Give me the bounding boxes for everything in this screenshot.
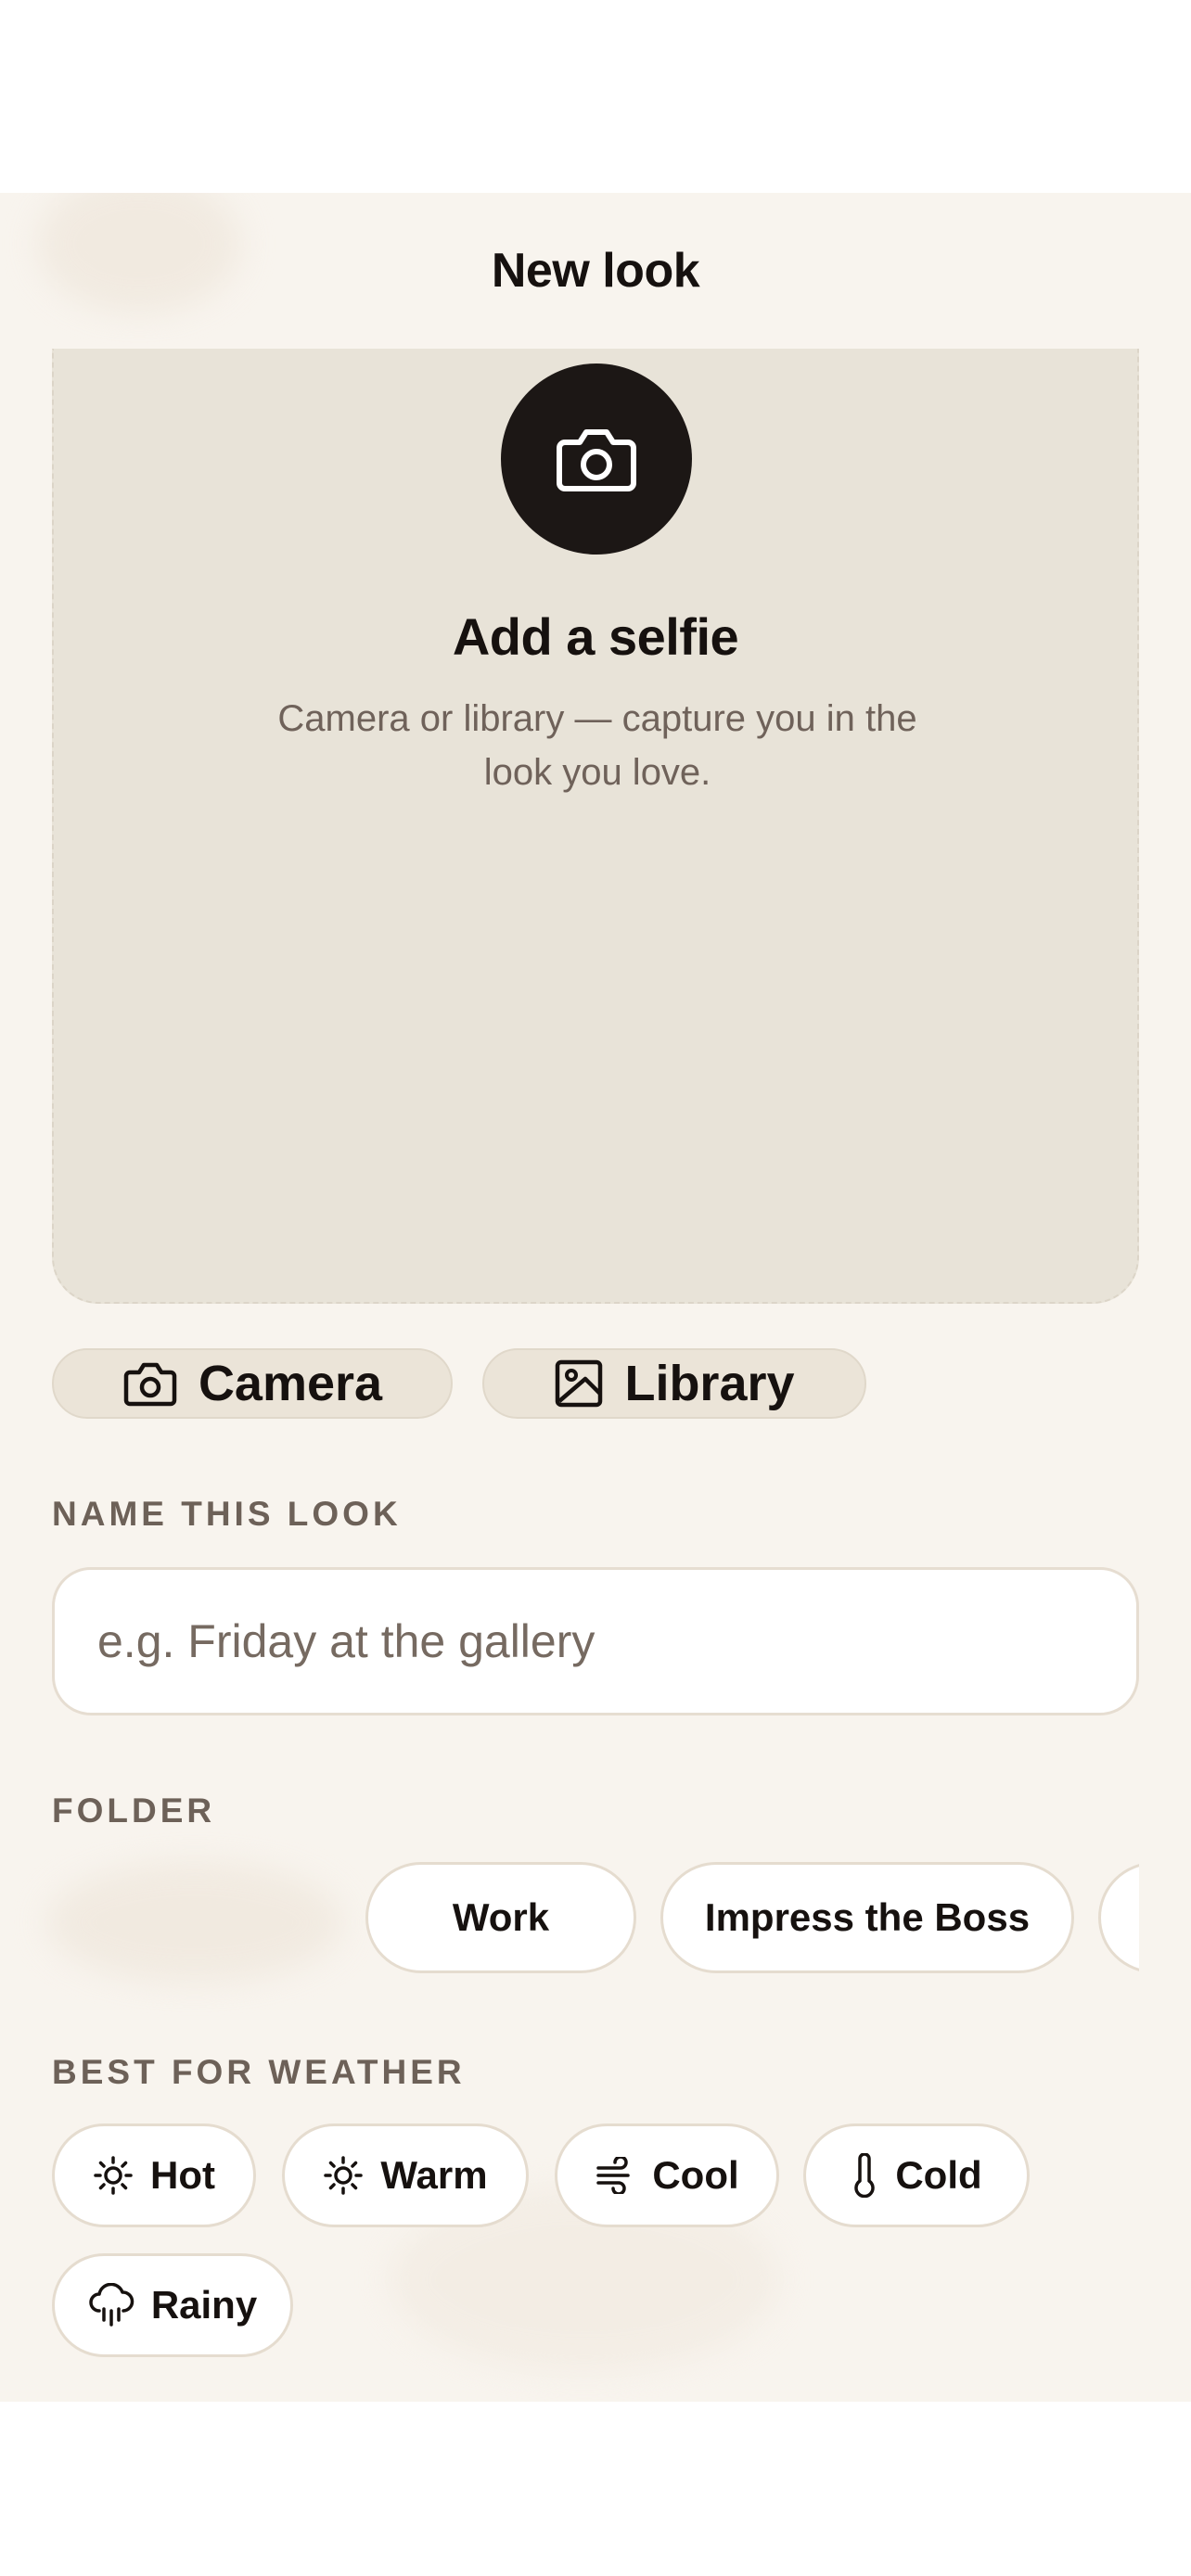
image-icon <box>554 1358 604 1409</box>
weather-chip-label: Hot <box>150 2153 215 2197</box>
weather-chip-rainy[interactable]: Rainy <box>52 2253 293 2357</box>
weather-chip-label: Warm <box>380 2153 488 2197</box>
weather-chip-cool[interactable]: Cool <box>555 2123 779 2227</box>
drop-zone-subtitle: Camera or library — capture you in the l… <box>277 698 917 793</box>
wind-icon <box>595 2157 635 2194</box>
add-selfie-button[interactable] <box>501 363 692 555</box>
folder-chip-label: Work <box>452 1895 550 1939</box>
sun-icon <box>323 2155 364 2196</box>
new-look-screen: New look Add a selfie Camera or library … <box>0 193 1191 2402</box>
selfie-drop-zone[interactable]: Add a selfie Camera or library — capture… <box>52 349 1139 1304</box>
weather-chip-label: Cold <box>895 2153 982 2197</box>
weather-chip-label: Cool <box>652 2153 739 2197</box>
sun-icon <box>93 2155 134 2196</box>
folder-chip-partial[interactable] <box>1098 1862 1139 1973</box>
page-title: New look <box>491 244 700 298</box>
camera-icon <box>122 1359 178 1408</box>
camera-button-label: Camera <box>198 1356 383 1411</box>
weather-chip-label: Rainy <box>150 2283 258 2327</box>
name-section-label: NAME THIS LOOK <box>52 1495 402 1533</box>
look-name-input[interactable] <box>52 1567 1139 1715</box>
folder-chip-work[interactable]: Work <box>365 1862 636 1973</box>
weather-chip-cold[interactable]: Cold <box>803 2123 1030 2227</box>
folder-chip-label: Impress the Boss <box>704 1895 1031 1939</box>
rain-cloud-icon <box>88 2283 134 2327</box>
weather-section-label: BEST FOR WEATHER <box>52 2053 466 2091</box>
thermometer-icon <box>851 2153 878 2198</box>
camera-button[interactable]: Camera <box>52 1348 453 1419</box>
folder-chip-list[interactable]: Work Impress the Boss <box>52 1862 1139 1977</box>
weather-chip-warm[interactable]: Warm <box>282 2123 529 2227</box>
folder-section-label: FOLDER <box>52 1792 216 1830</box>
folder-chip-impress-the-boss[interactable]: Impress the Boss <box>660 1862 1074 1973</box>
library-button-label: Library <box>624 1356 795 1411</box>
weather-chip-hot[interactable]: Hot <box>52 2123 256 2227</box>
camera-icon <box>554 422 639 496</box>
library-button[interactable]: Library <box>482 1348 866 1419</box>
drop-zone-title: Add a selfie <box>452 607 739 666</box>
